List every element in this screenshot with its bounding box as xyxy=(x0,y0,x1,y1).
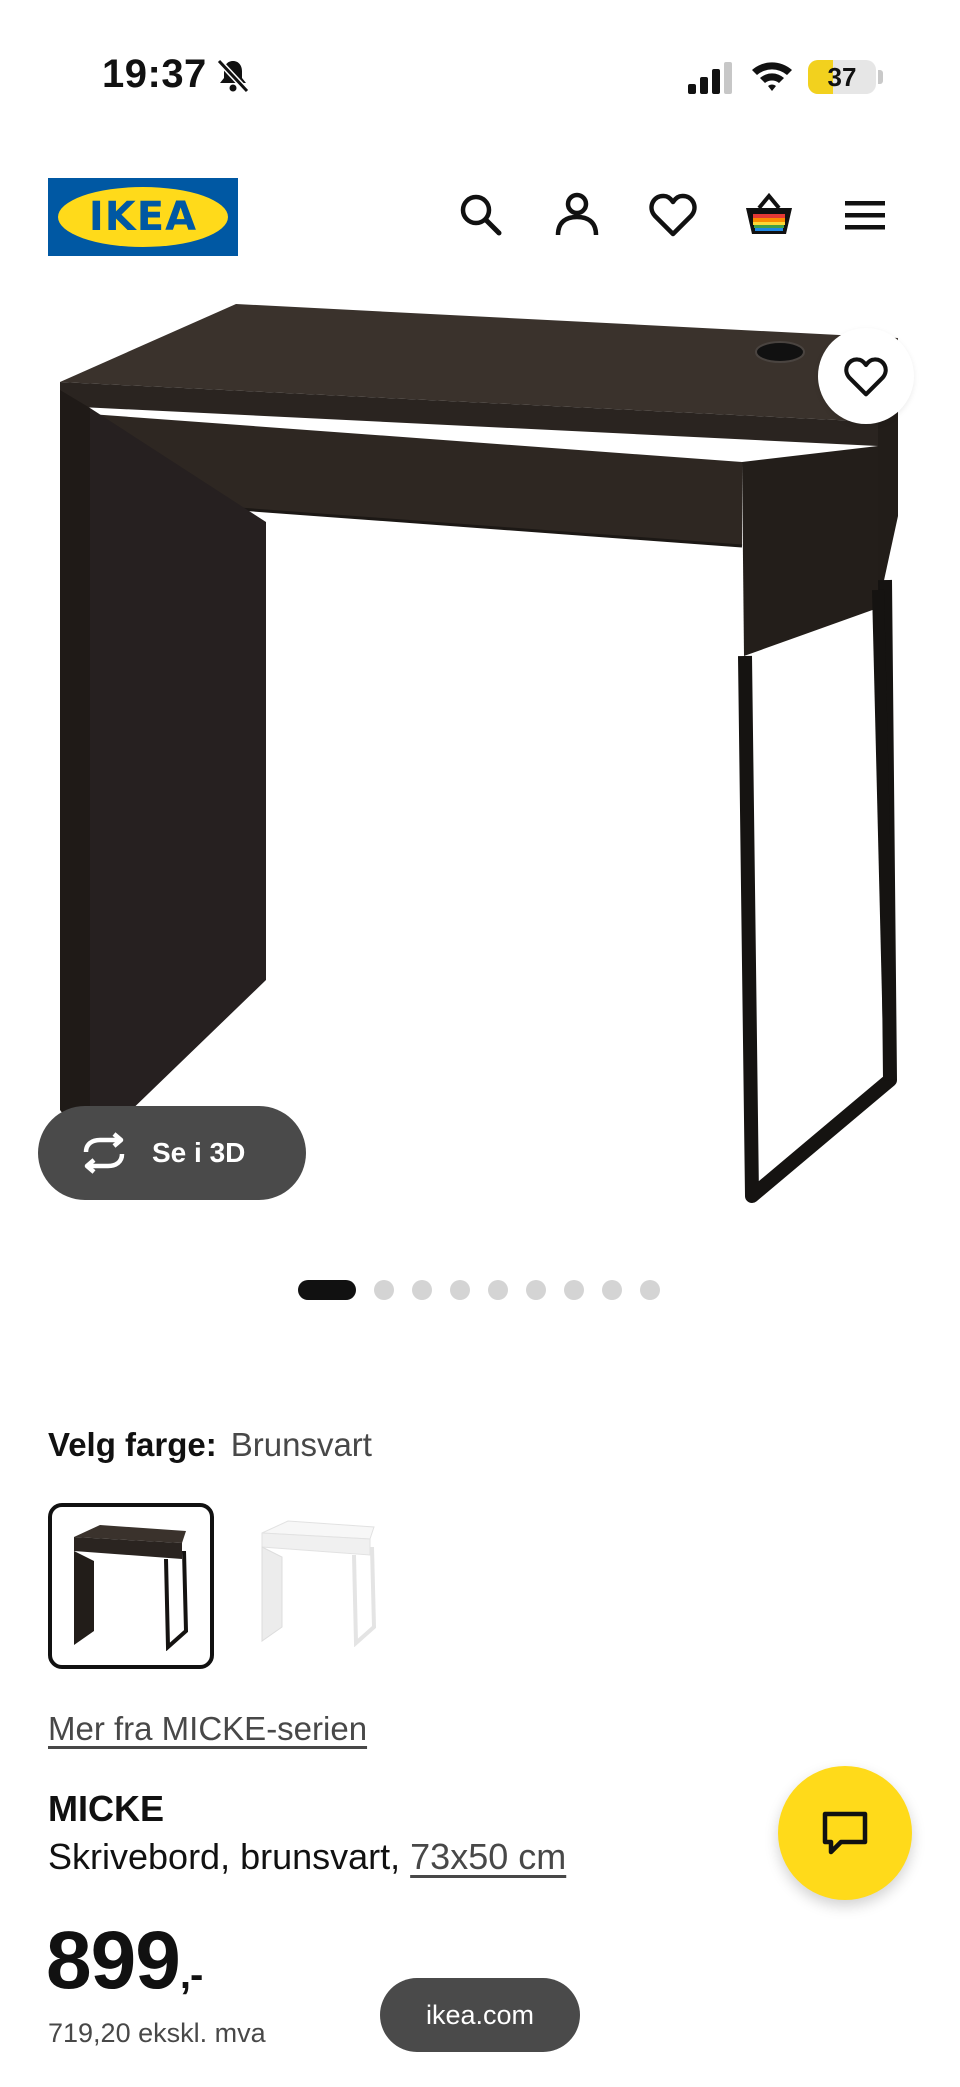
logo-text: IKEA xyxy=(88,194,198,240)
account-icon[interactable] xyxy=(552,190,602,240)
carousel-dot[interactable] xyxy=(450,1280,470,1300)
status-bar: 19:37 37 xyxy=(0,0,960,150)
url-bar[interactable]: ikea.com xyxy=(380,1978,580,2052)
price-suffix: ,- xyxy=(179,1953,203,1997)
product-price: 899,- xyxy=(46,1914,203,2008)
see-in-3d-label: Se i 3D xyxy=(152,1137,246,1168)
carousel-dot[interactable] xyxy=(526,1280,546,1300)
color-select-row: Velg farge: Brunsvart xyxy=(48,1426,372,1464)
carousel-dot[interactable] xyxy=(488,1280,508,1300)
search-icon[interactable] xyxy=(456,190,506,240)
color-swatch-brunsvart[interactable] xyxy=(48,1503,214,1669)
desk-thumbnail-dark xyxy=(74,1525,189,1651)
cellular-signal-icon xyxy=(688,62,732,94)
color-swatch-hvit[interactable] xyxy=(240,1503,406,1669)
carousel-dot-active[interactable] xyxy=(298,1280,356,1300)
favorite-button[interactable] xyxy=(818,328,914,424)
ikea-logo[interactable]: IKEA xyxy=(48,178,238,256)
carousel-dot[interactable] xyxy=(602,1280,622,1300)
product-name: MICKE xyxy=(48,1788,164,1829)
size-link[interactable]: 73x50 cm xyxy=(410,1836,566,1877)
price-ex-vat: 719,20 ekskl. mva xyxy=(48,2018,266,2048)
heart-icon xyxy=(844,357,888,397)
bell-slash-icon xyxy=(216,58,250,94)
see-in-3d-button[interactable]: Se i 3D xyxy=(38,1106,306,1200)
chat-button[interactable] xyxy=(778,1766,912,1900)
desk-thumbnail-white xyxy=(261,1520,377,1647)
heart-icon[interactable] xyxy=(648,190,698,240)
status-time: 19:37 xyxy=(102,52,207,96)
carousel-dots xyxy=(298,1278,698,1300)
price-value: 899 xyxy=(46,1915,181,2006)
carousel-dot[interactable] xyxy=(374,1280,394,1300)
carousel-dot[interactable] xyxy=(564,1280,584,1300)
battery-percentage: 37 xyxy=(827,62,857,92)
carousel-dot[interactable] xyxy=(640,1280,660,1300)
color-value: Brunsvart xyxy=(230,1426,372,1463)
menu-icon[interactable] xyxy=(840,190,890,240)
product-description-text: Skrivebord, brunsvart, xyxy=(48,1836,411,1877)
chat-icon xyxy=(822,1811,868,1855)
rotate-3d-icon xyxy=(83,1132,125,1174)
wifi-icon xyxy=(752,62,792,91)
carousel-dot[interactable] xyxy=(412,1280,432,1300)
battery-cap xyxy=(878,70,883,84)
product-description: Skrivebord, brunsvart, 73x50 cm xyxy=(48,1836,566,1878)
battery-icon: 37 xyxy=(808,60,876,94)
color-label: Velg farge: xyxy=(48,1426,217,1463)
shopping-bag-icon[interactable] xyxy=(744,190,794,240)
series-link[interactable]: Mer fra MICKE-serien xyxy=(48,1710,367,1748)
